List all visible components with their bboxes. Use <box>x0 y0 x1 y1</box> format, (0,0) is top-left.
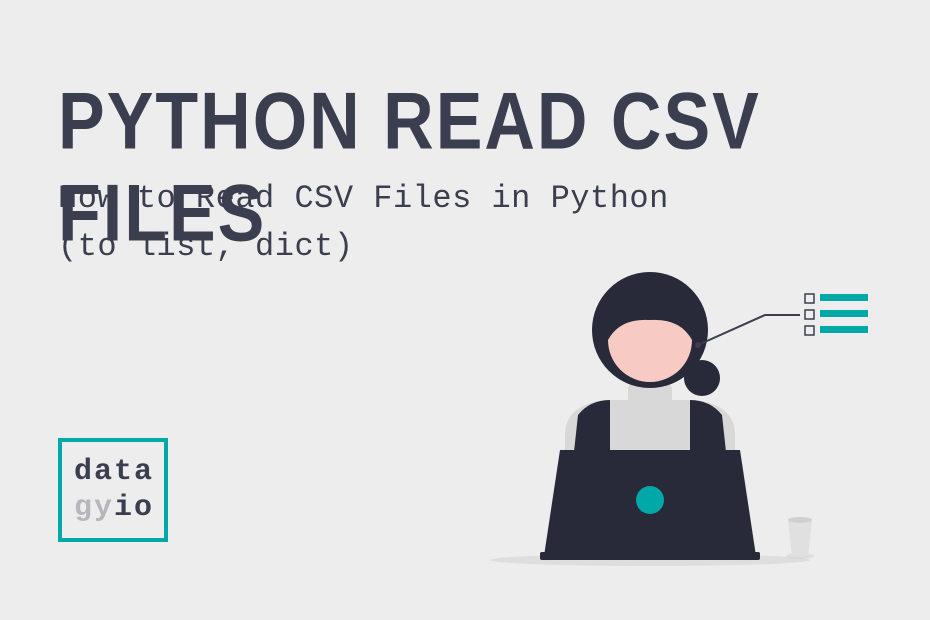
list-icon <box>805 294 868 335</box>
logo-gy: gy <box>74 491 114 525</box>
person-laptop-illustration <box>460 260 880 580</box>
logo-text-line-2: gyio <box>74 490 152 526</box>
logo-io: io <box>114 491 154 525</box>
cup-icon <box>786 517 814 559</box>
subtitle-line-1: How to Read CSV Files in Python <box>58 175 669 223</box>
page-subtitle: How to Read CSV Files in Python (to list… <box>58 175 669 271</box>
logo-text-line-1: data <box>74 454 152 490</box>
brand-logo: data gyio <box>58 438 168 542</box>
